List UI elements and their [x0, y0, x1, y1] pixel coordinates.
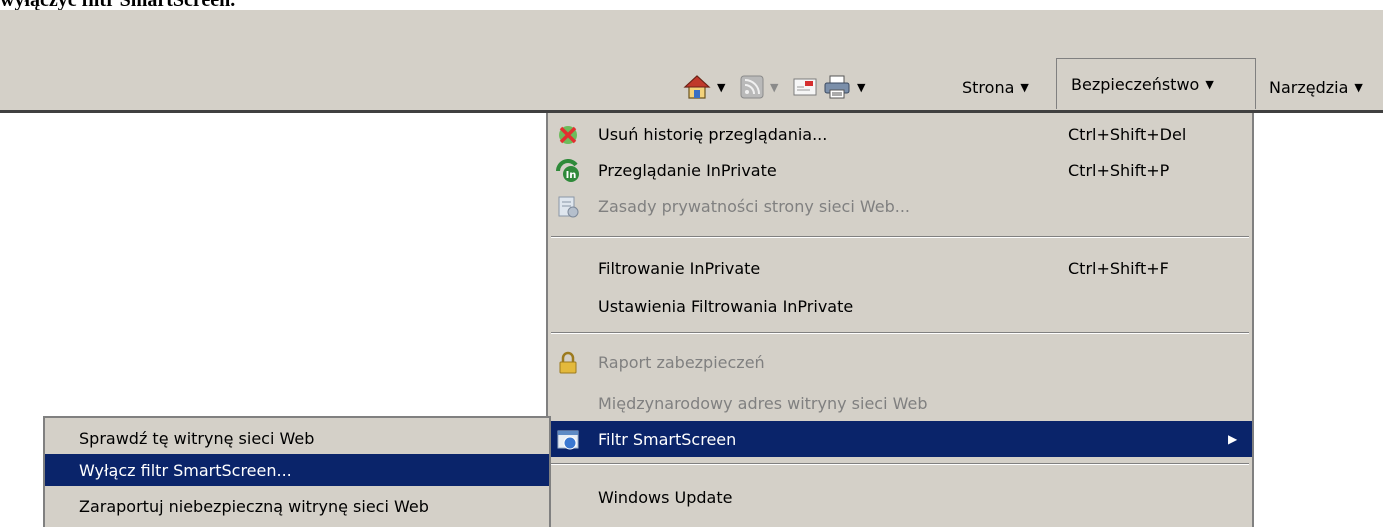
menu-item-inprivate-filtering-settings[interactable]: Ustawienia Filtrowania InPrivate: [548, 288, 1252, 324]
lock-icon: [556, 351, 580, 375]
page-menu-button[interactable]: Strona ▼: [962, 67, 1029, 107]
chevron-down-icon: ▼: [1020, 80, 1029, 94]
menu-item-smartscreen-filter[interactable]: Filtr SmartScreen ▶: [548, 421, 1252, 457]
submenu-item-turn-off-smartscreen[interactable]: Wyłącz filtr SmartScreen...: [45, 454, 549, 486]
submenu-arrow-icon: ▶: [1228, 432, 1238, 446]
menu-item-inprivate-filtering[interactable]: Filtrowanie InPrivate Ctrl+Shift+F: [548, 250, 1252, 286]
home-button[interactable]: ▼: [683, 67, 725, 107]
tools-menu-label: Narzędzia: [1269, 77, 1349, 97]
home-dropdown-arrow[interactable]: ▼: [717, 81, 725, 94]
mail-icon: [792, 76, 818, 98]
chevron-down-icon: ▼: [1354, 80, 1363, 94]
menu-item-windows-update[interactable]: Windows Update: [548, 479, 1252, 515]
print-dropdown-arrow[interactable]: ▼: [857, 81, 865, 94]
smartscreen-icon: [556, 428, 580, 452]
menu-item-international-address[interactable]: Międzynarodowy adres witryny sieci Web: [548, 385, 1252, 421]
chevron-down-icon: ▼: [1205, 77, 1214, 91]
menu-item-delete-history[interactable]: Usuń historię przeglądania... Ctrl+Shift…: [548, 116, 1252, 152]
menu-item-inprivate-browsing[interactable]: In Przeglądanie InPrivate Ctrl+Shift+P: [548, 152, 1252, 188]
menu-item-privacy-policy[interactable]: Zasady prywatności strony sieci Web...: [548, 188, 1252, 224]
menu-separator: [551, 332, 1249, 334]
smartscreen-submenu: Sprawdź tę witrynę sieci Web Wyłącz filt…: [43, 416, 551, 527]
inprivate-icon: In: [556, 159, 580, 183]
mail-button[interactable]: [792, 67, 818, 107]
safety-menu-label: Bezpieczeństwo: [1071, 74, 1200, 94]
submenu-item-report-unsafe-website[interactable]: Zaraportuj niebezpieczną witrynę sieci W…: [45, 490, 549, 522]
menu-separator: [551, 236, 1249, 238]
rss-feed-icon: [740, 75, 764, 99]
menu-item-security-report[interactable]: Raport zabezpieczeń: [548, 344, 1252, 380]
home-icon: [683, 74, 711, 100]
submenu-item-check-website[interactable]: Sprawdź tę witrynę sieci Web: [45, 422, 549, 454]
page-menu-label: Strona: [962, 77, 1015, 97]
feeds-button[interactable]: ▼: [740, 67, 778, 107]
feeds-dropdown-arrow[interactable]: ▼: [770, 81, 778, 94]
tools-menu-button[interactable]: Narzędzia ▼: [1269, 67, 1363, 107]
safety-dropdown-menu: Usuń historię przeglądania... Ctrl+Shift…: [546, 113, 1254, 527]
privacy-policy-icon: [556, 195, 580, 219]
print-icon: [823, 74, 851, 100]
delete-history-icon: [556, 123, 580, 147]
safety-menu-button[interactable]: Bezpieczeństwo ▼: [1056, 58, 1256, 109]
print-button[interactable]: ▼: [823, 67, 865, 107]
svg-text:In: In: [566, 170, 577, 181]
menu-separator: [551, 463, 1249, 465]
